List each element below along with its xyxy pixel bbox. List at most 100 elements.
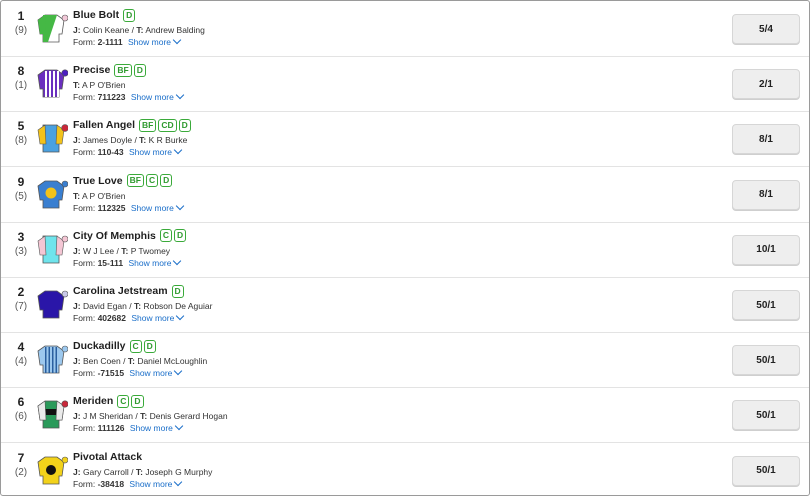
jockey-label: J: xyxy=(73,135,81,146)
form-label: Form: xyxy=(73,478,96,489)
form-line: Form: 2-1111 Show more xyxy=(73,35,205,48)
runner-info: Pivotal Attack J: Gary Carroll / T: Jose… xyxy=(73,449,212,490)
runner-row: 4 (4) Duckadilly CD J: Ben Coen / T: Dan… xyxy=(1,332,809,389)
show-more-link[interactable]: Show more xyxy=(129,366,183,378)
show-more-link[interactable]: Show more xyxy=(128,146,183,158)
trainer-label: T: xyxy=(136,25,144,35)
runner-info: Duckadilly CD J: Ben Coen / T: Daniel Mc… xyxy=(73,338,207,379)
runner-number: 5 (8) xyxy=(11,120,31,147)
odds-button[interactable]: 2/1 xyxy=(732,69,800,100)
horse-name[interactable]: Pivotal Attack xyxy=(73,451,142,463)
show-more-label: Show more xyxy=(128,147,172,158)
trainer-label: T: xyxy=(139,135,147,146)
show-more-label: Show more xyxy=(128,257,172,268)
trainer-name: P Twomey xyxy=(130,245,171,256)
show-more-label: Show more xyxy=(131,313,175,323)
show-more-label: Show more xyxy=(130,202,174,213)
form-figures: -71515 xyxy=(97,368,125,379)
chevron-down-icon xyxy=(173,256,182,266)
odds-button[interactable]: 8/1 xyxy=(732,124,800,155)
jockey-label: J: xyxy=(73,301,81,311)
form-line: Form: 402682 Show more xyxy=(73,311,212,324)
show-more-link[interactable]: Show more xyxy=(128,256,182,268)
trainer-label: T: xyxy=(140,411,148,422)
form-line: Form: 15-111 Show more xyxy=(73,256,188,269)
connections: J: Gary Carroll / T: Joseph G Murphy xyxy=(73,466,213,477)
form-label: Form: xyxy=(73,92,96,103)
form-line: Form: -38418 Show more xyxy=(73,477,212,490)
saddle-cloth-number: 8 xyxy=(17,64,25,79)
chevron-down-icon xyxy=(175,90,185,100)
horse-name[interactable]: Carolina Jetstream xyxy=(73,285,168,297)
runner-number: 7 (2) xyxy=(11,451,31,479)
chevron-down-icon xyxy=(174,422,184,431)
show-more-link[interactable]: Show more xyxy=(129,477,183,489)
chevron-down-icon xyxy=(175,201,185,210)
show-more-link[interactable]: Show more xyxy=(128,35,182,47)
runner-number: 4 (4) xyxy=(11,341,31,368)
saddle-cloth-number: 4 xyxy=(17,340,25,355)
trainer-name: A P O'Brien xyxy=(82,190,126,201)
jockey-name: J M Sheridan xyxy=(82,411,134,422)
form-label: Form: xyxy=(73,423,96,434)
connections: J: W J Lee / T: P Twomey xyxy=(73,245,171,256)
form-label: Form: xyxy=(73,313,96,323)
runner-badge: D xyxy=(178,118,191,132)
odds-button[interactable]: 5/4 xyxy=(732,14,800,44)
odds-button[interactable]: 50/1 xyxy=(732,400,800,431)
draw-number: (6) xyxy=(14,411,28,423)
show-more-link[interactable]: Show more xyxy=(130,422,184,433)
runner-number: 2 (7) xyxy=(11,286,31,313)
horse-name[interactable]: City Of Memphis xyxy=(73,230,156,242)
show-more-link[interactable]: Show more xyxy=(131,90,185,102)
pivotal-attack-silk-icon xyxy=(34,452,69,486)
runner-info: City Of Memphis CD J: W J Lee / T: P Two… xyxy=(73,228,188,269)
jockey-name: W J Lee xyxy=(82,245,115,256)
draw-number: (7) xyxy=(14,301,28,312)
show-more-link[interactable]: Show more xyxy=(130,201,185,213)
runner-info: True Love BF C D T: A P O'Brien Form: 1123… xyxy=(73,173,185,214)
form-figures: 112325 xyxy=(97,202,126,213)
horse-name[interactable]: Meriden xyxy=(73,395,113,407)
odds-button[interactable]: 8/1 xyxy=(732,179,800,210)
show-more-link[interactable]: Show more xyxy=(131,311,185,323)
draw-number: (5) xyxy=(14,190,28,202)
runner-info: Carolina Jetstream D J: David Egan / T: … xyxy=(73,283,212,324)
runner-badge: BF xyxy=(139,118,157,132)
runner-row: 7 (2) Pivotal Attack J: Gary Carroll / T… xyxy=(1,443,809,495)
saddle-cloth-number: 2 xyxy=(17,285,25,299)
draw-number: (9) xyxy=(14,25,28,36)
horse-name[interactable]: True Love xyxy=(73,175,123,187)
show-more-label: Show more xyxy=(128,37,172,47)
chevron-down-icon xyxy=(174,366,183,376)
runner-badge: C xyxy=(159,229,172,243)
saddle-cloth-number: 1 xyxy=(17,9,25,23)
odds-button[interactable]: 50/1 xyxy=(732,290,800,320)
runner-row: 1 (9) Blue Bolt D J: Colin Keane / T: An… xyxy=(1,1,809,57)
horse-name[interactable]: Fallen Angel xyxy=(73,119,135,131)
odds-button[interactable]: 50/1 xyxy=(732,345,800,376)
chevron-down-icon xyxy=(176,311,185,321)
form-label: Form: xyxy=(73,147,96,158)
jockey-name: James Doyle xyxy=(82,135,133,146)
meriden-silk-icon xyxy=(34,396,69,430)
runner-number: 8 (1) xyxy=(11,65,31,92)
horse-name[interactable]: Precise xyxy=(73,64,110,76)
runner-row: 8 (1) Precise BF D T: A P O'Brien Form: 7… xyxy=(1,56,809,113)
carolina-jetstream-silk-icon xyxy=(34,286,69,320)
odds-button[interactable]: 50/1 xyxy=(732,455,800,486)
runner-number: 9 (5) xyxy=(11,175,31,203)
odds-button[interactable]: 10/1 xyxy=(732,234,800,265)
runner-badge: CD xyxy=(158,118,177,132)
trainer-label: T: xyxy=(127,356,135,367)
form-figures: 15-111 xyxy=(97,257,124,268)
trainer-name: Robson De Aguiar xyxy=(143,301,213,311)
runner-row: 6 (6) Meriden CD J: J M Sheridan / T: De… xyxy=(1,387,809,444)
draw-number: (4) xyxy=(14,356,28,368)
chevron-down-icon xyxy=(173,146,183,155)
horse-name[interactable]: Blue Bolt xyxy=(73,9,119,21)
horse-name[interactable]: Duckadilly xyxy=(73,340,126,352)
jockey-label: J: xyxy=(73,411,81,422)
connections: J: James Doyle / T: K R Burke xyxy=(73,135,188,146)
jockey-name: Gary Carroll xyxy=(82,466,129,477)
